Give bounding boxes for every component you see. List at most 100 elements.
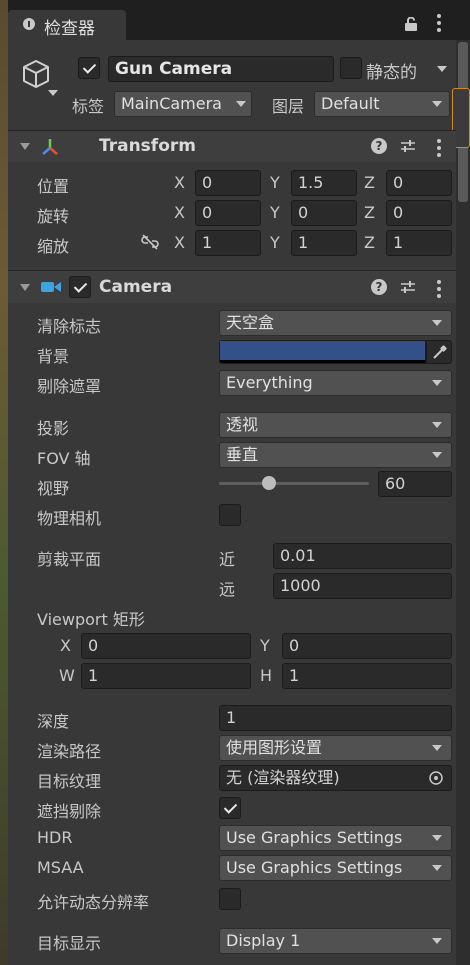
hdr-label: HDR [37,828,73,847]
eyedropper-icon [433,345,447,359]
target-texture-value: 无 (渲染器纹理) [226,768,340,787]
viewport-w-label: W [59,666,75,685]
projection-label: 投影 [37,419,70,438]
position-x-label: X [174,173,185,192]
occlusion-culling-checkbox[interactable] [219,797,241,819]
camera-menu-icon[interactable] [437,280,441,298]
gameobject-name-field[interactable]: Gun Camera [108,56,334,82]
projection-caret-icon [432,422,442,428]
object-picker-icon[interactable] [428,770,444,786]
depth-field[interactable]: 1 [219,705,452,731]
static-dropdown-caret-icon[interactable] [437,66,447,72]
layer-label: 图层 [272,97,305,116]
rendering-path-caret-icon [432,745,442,751]
viewport-x-label: X [60,636,71,655]
position-y-field[interactable]: 1.5 [291,170,357,196]
camera-foldout-icon[interactable] [20,284,30,291]
rotation-x-label: X [174,203,185,222]
tab-inspector-label: 检查器 [44,19,95,39]
viewport-x-field[interactable]: 0 [81,633,251,659]
position-z-label: Z [364,173,375,192]
lock-icon[interactable] [404,17,418,31]
unlinked-icon[interactable] [141,233,159,251]
icon-dropdown-caret-icon[interactable] [48,90,58,96]
layer-dropdown[interactable]: Default [314,91,450,117]
viewport-w-field[interactable]: 1 [81,663,251,689]
clear-flags-dropdown[interactable]: 天空盒 [219,310,452,336]
transform-axes-icon [42,139,58,155]
scale-y-label: Y [270,233,280,252]
tag-label: 标签 [72,97,105,116]
fov-label: 视野 [37,479,70,498]
clear-flags-label: 清除标志 [37,317,102,336]
dynamic-resolution-label: 允许动态分辨率 [37,893,150,912]
projection-value: 透视 [226,415,259,434]
fov-value-field[interactable]: 60 [378,471,452,497]
position-x-field[interactable]: 0 [195,170,261,196]
target-display-label: 目标显示 [37,934,102,953]
info-icon [23,18,35,30]
physical-camera-label: 物理相机 [37,509,102,528]
rotation-z-field[interactable]: 0 [386,200,452,226]
eyedropper-button[interactable] [426,340,452,364]
projection-dropdown[interactable]: 透视 [219,412,452,438]
hdr-dropdown[interactable]: Use Graphics Settings [219,825,452,851]
rotation-y-label: Y [270,203,280,222]
window-menu-icon[interactable] [437,14,441,32]
near-label: 近 [219,550,236,569]
background-color-field[interactable] [219,340,426,364]
rotation-y-field[interactable]: 0 [291,200,357,226]
layer-caret-icon [432,101,442,107]
far-field[interactable]: 1000 [273,573,452,599]
background-color-swatch [220,341,425,360]
transform-foldout-icon[interactable] [20,143,30,150]
camera-icon [41,282,61,292]
transform-help-icon[interactable]: ? [371,138,387,154]
viewport-h-label: H [260,666,273,685]
viewport-h-field[interactable]: 1 [282,663,452,689]
viewport-rect-label: Viewport 矩形 [37,610,145,629]
camera-help-icon[interactable]: ? [371,279,387,295]
rendering-path-dropdown[interactable]: 使用图形设置 [219,735,452,761]
active-checkbox[interactable] [78,57,100,79]
msaa-value: Use Graphics Settings [226,858,403,877]
camera-enabled-checkbox[interactable] [69,276,91,298]
fov-slider-thumb[interactable] [261,476,276,490]
viewport-y-label: Y [260,636,270,655]
transform-preset-sliders-icon[interactable] [400,138,416,154]
rendering-path-label: 渲染路径 [37,742,102,761]
fov-axis-dropdown[interactable]: 垂直 [219,442,452,468]
culling-mask-dropdown[interactable]: Everything [219,370,452,396]
tag-caret-icon [236,101,246,107]
cube-icon[interactable] [20,58,52,90]
near-field[interactable]: 0.01 [273,543,452,569]
clear-flags-caret-icon [432,320,442,326]
fov-slider-track[interactable] [219,482,369,485]
target-display-dropdown[interactable]: Display 1 [219,928,452,954]
clipping-planes-label: 剪裁平面 [37,550,102,569]
position-y-label: Y [270,173,280,192]
tag-dropdown[interactable]: MainCamera [114,91,252,117]
scale-z-field[interactable]: 1 [386,230,452,256]
target-display-value: Display 1 [226,931,301,950]
rotation-x-field[interactable]: 0 [195,200,261,226]
scene-view-edge [0,0,8,965]
viewport-y-field[interactable]: 0 [282,633,452,659]
scale-x-field[interactable]: 1 [195,230,261,256]
target-texture-field[interactable]: 无 (渲染器纹理) [219,765,452,791]
msaa-dropdown[interactable]: Use Graphics Settings [219,855,452,881]
static-checkbox[interactable] [340,57,362,79]
occlusion-culling-label: 遮挡剔除 [37,802,102,821]
camera-preset-sliders-icon[interactable] [400,279,416,295]
transform-menu-icon[interactable] [437,139,441,157]
physical-camera-checkbox[interactable] [219,504,241,526]
scale-y-field[interactable]: 1 [291,230,357,256]
transform-header[interactable] [8,130,456,162]
dynamic-resolution-checkbox[interactable] [219,888,241,910]
tag-value: MainCamera [121,94,222,113]
clear-flags-value: 天空盒 [226,313,275,332]
culling-mask-value: Everything [226,373,313,392]
position-label: 位置 [37,177,70,196]
position-z-field[interactable]: 0 [386,170,452,196]
camera-title: Camera [99,277,173,297]
